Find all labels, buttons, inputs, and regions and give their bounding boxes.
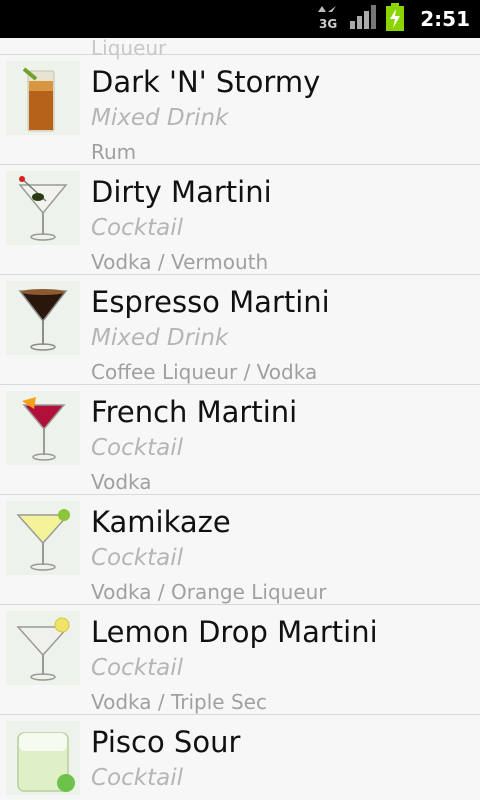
drink-type: Cocktail [91, 215, 183, 241]
network-3g-icon: 3G [318, 4, 340, 34]
pisco-sour-icon [6, 721, 80, 795]
kamikaze-icon [6, 501, 80, 575]
french-martini-icon [6, 391, 80, 465]
highball-glass-icon [6, 61, 80, 135]
list-item-partial[interactable]: Liqueur [0, 38, 480, 60]
clock: 2:51 [420, 7, 470, 31]
drink-type: Cocktail [91, 765, 183, 791]
drink-list[interactable]: Liqueur Dark 'N' Stormy Mixed Drink Rum [0, 38, 480, 800]
drink-ingredients: Rum [91, 140, 137, 164]
drink-name: Kamikaze [91, 505, 231, 539]
drink-ingredients: Coffee Liqueur / Vodka [91, 360, 318, 384]
drink-ingredients: Vodka / Vermouth [91, 250, 269, 274]
list-item[interactable]: French Martini Cocktail Vodka [0, 385, 480, 495]
svg-text:3G: 3G [319, 17, 337, 30]
lemon-drop-icon [6, 611, 80, 685]
list-item[interactable]: Pisco Sour Cocktail [0, 715, 480, 800]
drink-type: Cocktail [91, 435, 183, 461]
battery-charging-icon [386, 3, 405, 35]
drink-ingredients: Vodka / Triple Sec [91, 690, 267, 714]
drink-name: Pisco Sour [91, 725, 241, 759]
drink-name: French Martini [91, 395, 298, 429]
list-item[interactable]: Lemon Drop Martini Cocktail Vodka / Trip… [0, 605, 480, 715]
drink-type: Cocktail [91, 655, 183, 681]
drink-name: Lemon Drop Martini [91, 615, 378, 649]
martini-olive-icon [6, 171, 80, 245]
list-item[interactable]: Dark 'N' Stormy Mixed Drink Rum [0, 55, 480, 165]
drink-name: Espresso Martini [91, 285, 330, 319]
status-bar: 3G 2:51 [0, 0, 480, 38]
list-item[interactable]: Dirty Martini Cocktail Vodka / Vermouth [0, 165, 480, 275]
drink-type: Cocktail [91, 545, 183, 571]
drink-type: Mixed Drink [91, 105, 229, 131]
list-item[interactable]: Kamikaze Cocktail Vodka / Orange Liqueur [0, 495, 480, 605]
list-item[interactable]: Espresso Martini Mixed Drink Coffee Liqu… [0, 275, 480, 385]
drink-ingredients: Vodka / Orange Liqueur [91, 580, 327, 604]
drink-name: Dirty Martini [91, 175, 272, 209]
signal-strength-icon [350, 5, 377, 33]
drink-type: Mixed Drink [91, 325, 229, 351]
drink-ingredients: Vodka [91, 470, 152, 494]
drink-name: Dark 'N' Stormy [91, 65, 321, 99]
espresso-martini-icon [6, 281, 80, 355]
